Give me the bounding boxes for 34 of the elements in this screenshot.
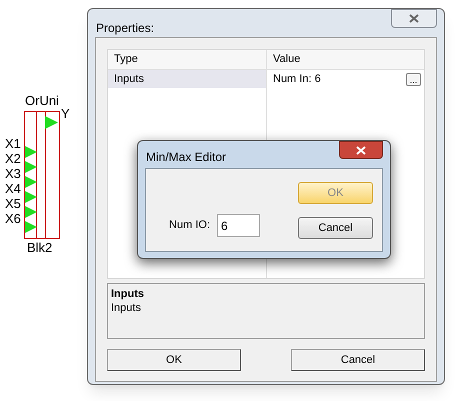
description-text: Inputs bbox=[111, 301, 141, 315]
port-label: X5 bbox=[5, 197, 21, 210]
block-title: OrUni bbox=[25, 94, 59, 107]
dialog-title: Min/Max Editor bbox=[146, 149, 226, 166]
close-button[interactable] bbox=[391, 9, 437, 28]
block-name: Blk2 bbox=[27, 241, 52, 254]
dialog-button[interactable]: Cancel bbox=[291, 349, 425, 371]
input-port-icon bbox=[25, 206, 37, 218]
column-header: Value bbox=[272, 52, 300, 68]
property-value: Num In: 6 bbox=[273, 72, 321, 87]
property-name[interactable]: Inputs bbox=[108, 70, 267, 88]
input-port-icon bbox=[25, 221, 37, 233]
input-port-icon bbox=[25, 176, 37, 188]
ellipsis-button[interactable]: ... bbox=[406, 72, 421, 86]
description-title: Inputs bbox=[111, 287, 144, 301]
port-label: X6 bbox=[5, 212, 21, 225]
close-icon bbox=[409, 14, 419, 23]
dialog-button[interactable]: Cancel bbox=[298, 217, 373, 239]
output-port-icon bbox=[45, 116, 58, 129]
close-icon bbox=[356, 146, 366, 154]
field-label: Num IO: bbox=[169, 218, 210, 234]
dialog-button[interactable]: OK bbox=[107, 349, 241, 371]
num-io-field[interactable]: 6 bbox=[217, 214, 260, 237]
port-label: X2 bbox=[5, 152, 21, 165]
port-label: X3 bbox=[5, 167, 21, 180]
window-title: Properties: bbox=[96, 20, 154, 37]
close-button[interactable] bbox=[339, 141, 383, 159]
port-label: Y bbox=[61, 107, 70, 120]
input-port-icon bbox=[25, 146, 37, 158]
input-port-icon bbox=[25, 161, 37, 173]
input-port-icon bbox=[25, 191, 37, 203]
port-label: X4 bbox=[5, 182, 21, 195]
column-header: Type bbox=[113, 52, 138, 68]
port-label: X1 bbox=[5, 137, 21, 150]
